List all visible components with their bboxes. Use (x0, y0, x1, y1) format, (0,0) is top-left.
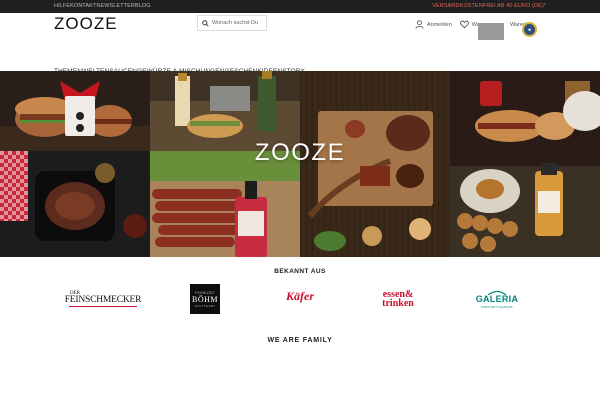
press-logo-galeria: GALERIA KARSTADT KAUFHOF (472, 283, 522, 315)
cart-overlay-box (478, 23, 504, 40)
account-link[interactable]: Anmelden (415, 20, 452, 29)
shipping-notice: VERSANDKOSTENFREI AB 40 EURO (DE)* (432, 3, 546, 9)
press-heading: BEKANNT AUS (274, 268, 326, 275)
boehm-box: FEINKOST BÖHM STUTTGART (190, 284, 220, 314)
galeria-sub: KARSTADT KAUFHOF (480, 304, 513, 309)
user-icon (415, 20, 424, 29)
account-area: Anmelden Wu Warenk (415, 20, 529, 29)
top-link-newsletter[interactable]: NEWSLETTER (96, 3, 135, 9)
trust-seal-icon[interactable]: ★ (522, 22, 537, 37)
boehm-word: BÖHM (191, 294, 218, 304)
boehm-sub: STUTTGART (194, 303, 216, 308)
top-links: HILFE KONTAKT NEWSLETTER BLOG (54, 3, 151, 9)
feinschmecker-rule (69, 306, 137, 308)
press-logo-essen-trinken: essen& trinken (375, 283, 421, 315)
galeria-word: GALERIA (475, 293, 519, 304)
hero-banner[interactable]: ZOOZE (0, 71, 600, 257)
search-input[interactable] (212, 20, 264, 26)
hero-title: ZOOZE (254, 139, 346, 166)
site-logo[interactable]: ZOOZE (54, 14, 118, 34)
kafer-word: Käfer (286, 288, 314, 303)
family-heading: WE ARE FAMILY (267, 337, 333, 344)
top-bar: HILFE KONTAKT NEWSLETTER BLOG VERSANDKOS… (0, 0, 600, 13)
top-link-contact[interactable]: KONTAKT (70, 3, 96, 9)
search-icon[interactable] (202, 19, 209, 27)
top-link-blog[interactable]: BLOG (135, 3, 151, 9)
press-logo-boehm: FEINKOST BÖHM STUTTGART (190, 283, 220, 315)
account-label: Anmelden (427, 21, 452, 28)
top-link-help[interactable]: HILFE (54, 3, 70, 9)
press-logo-feinschmecker: DER FEINSCHMECKER (65, 283, 141, 315)
feinschmecker-word: FEINSCHMECKER (64, 294, 142, 305)
trinken-word: trinken (382, 298, 414, 309)
heart-icon (459, 20, 469, 29)
search-box[interactable] (197, 15, 267, 31)
header: ZOOZE Anmelden Wu Warenk ★ THEMENWELTEN (0, 13, 600, 75)
wishlist-link[interactable]: Wu (459, 20, 480, 29)
press-logo-kafer: Käfer (283, 280, 317, 312)
